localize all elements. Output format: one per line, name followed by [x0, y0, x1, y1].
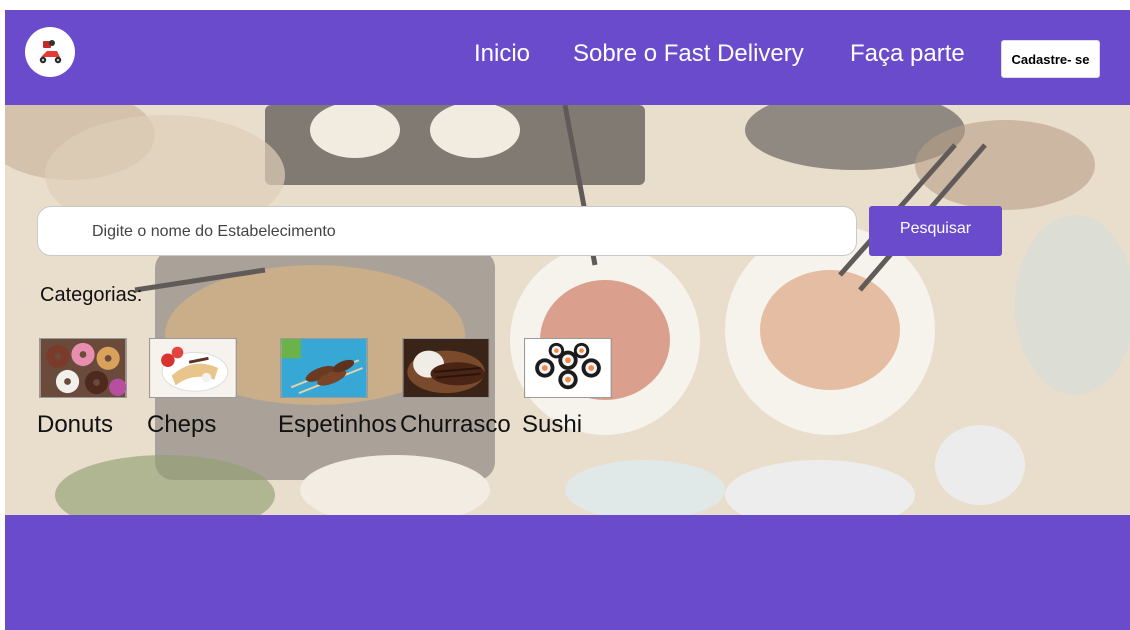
categories-heading: Categorias:: [40, 284, 143, 306]
category-donuts[interactable]: Donuts: [37, 338, 127, 438]
search-button[interactable]: Pesquisar: [869, 206, 1002, 256]
category-label-cheps: Cheps: [147, 411, 217, 438]
hero-overlay: [5, 105, 1130, 515]
cheps-image: [149, 338, 237, 398]
page: Inicio Sobre o Fast Delivery Faça parte …: [5, 10, 1130, 630]
category-label-espetinhos: Espetinhos: [278, 411, 397, 438]
delivery-scooter-icon: [34, 36, 66, 68]
category-sushi[interactable]: Sushi: [522, 338, 612, 438]
category-espetinhos[interactable]: Espetinhos: [278, 338, 397, 438]
churrasco-image: [402, 338, 490, 398]
category-label-sushi: Sushi: [522, 411, 583, 438]
search-input[interactable]: [90, 207, 834, 257]
logo[interactable]: [25, 27, 75, 77]
nav-link-sobre[interactable]: Sobre o Fast Delivery: [573, 40, 804, 68]
hero-section: Pesquisar Categorias: Donuts: [5, 105, 1130, 515]
category-label-donuts: Donuts: [37, 411, 114, 438]
category-label-churrasco: Churrasco: [400, 411, 511, 438]
footer: [5, 515, 1130, 630]
category-churrasco[interactable]: Churrasco: [400, 338, 511, 438]
signup-button[interactable]: Cadastre- se: [1001, 40, 1100, 78]
nav-link-inicio[interactable]: Inicio: [474, 40, 530, 68]
category-cheps[interactable]: Cheps: [147, 338, 237, 438]
donuts-image: [39, 338, 127, 398]
nav-link-faca-parte[interactable]: Faça parte: [850, 40, 965, 68]
search-bar[interactable]: [37, 206, 857, 257]
top-navbar: Inicio Sobre o Fast Delivery Faça parte …: [5, 10, 1130, 105]
sushi-image: [524, 338, 612, 398]
espetinhos-image: [280, 338, 368, 398]
